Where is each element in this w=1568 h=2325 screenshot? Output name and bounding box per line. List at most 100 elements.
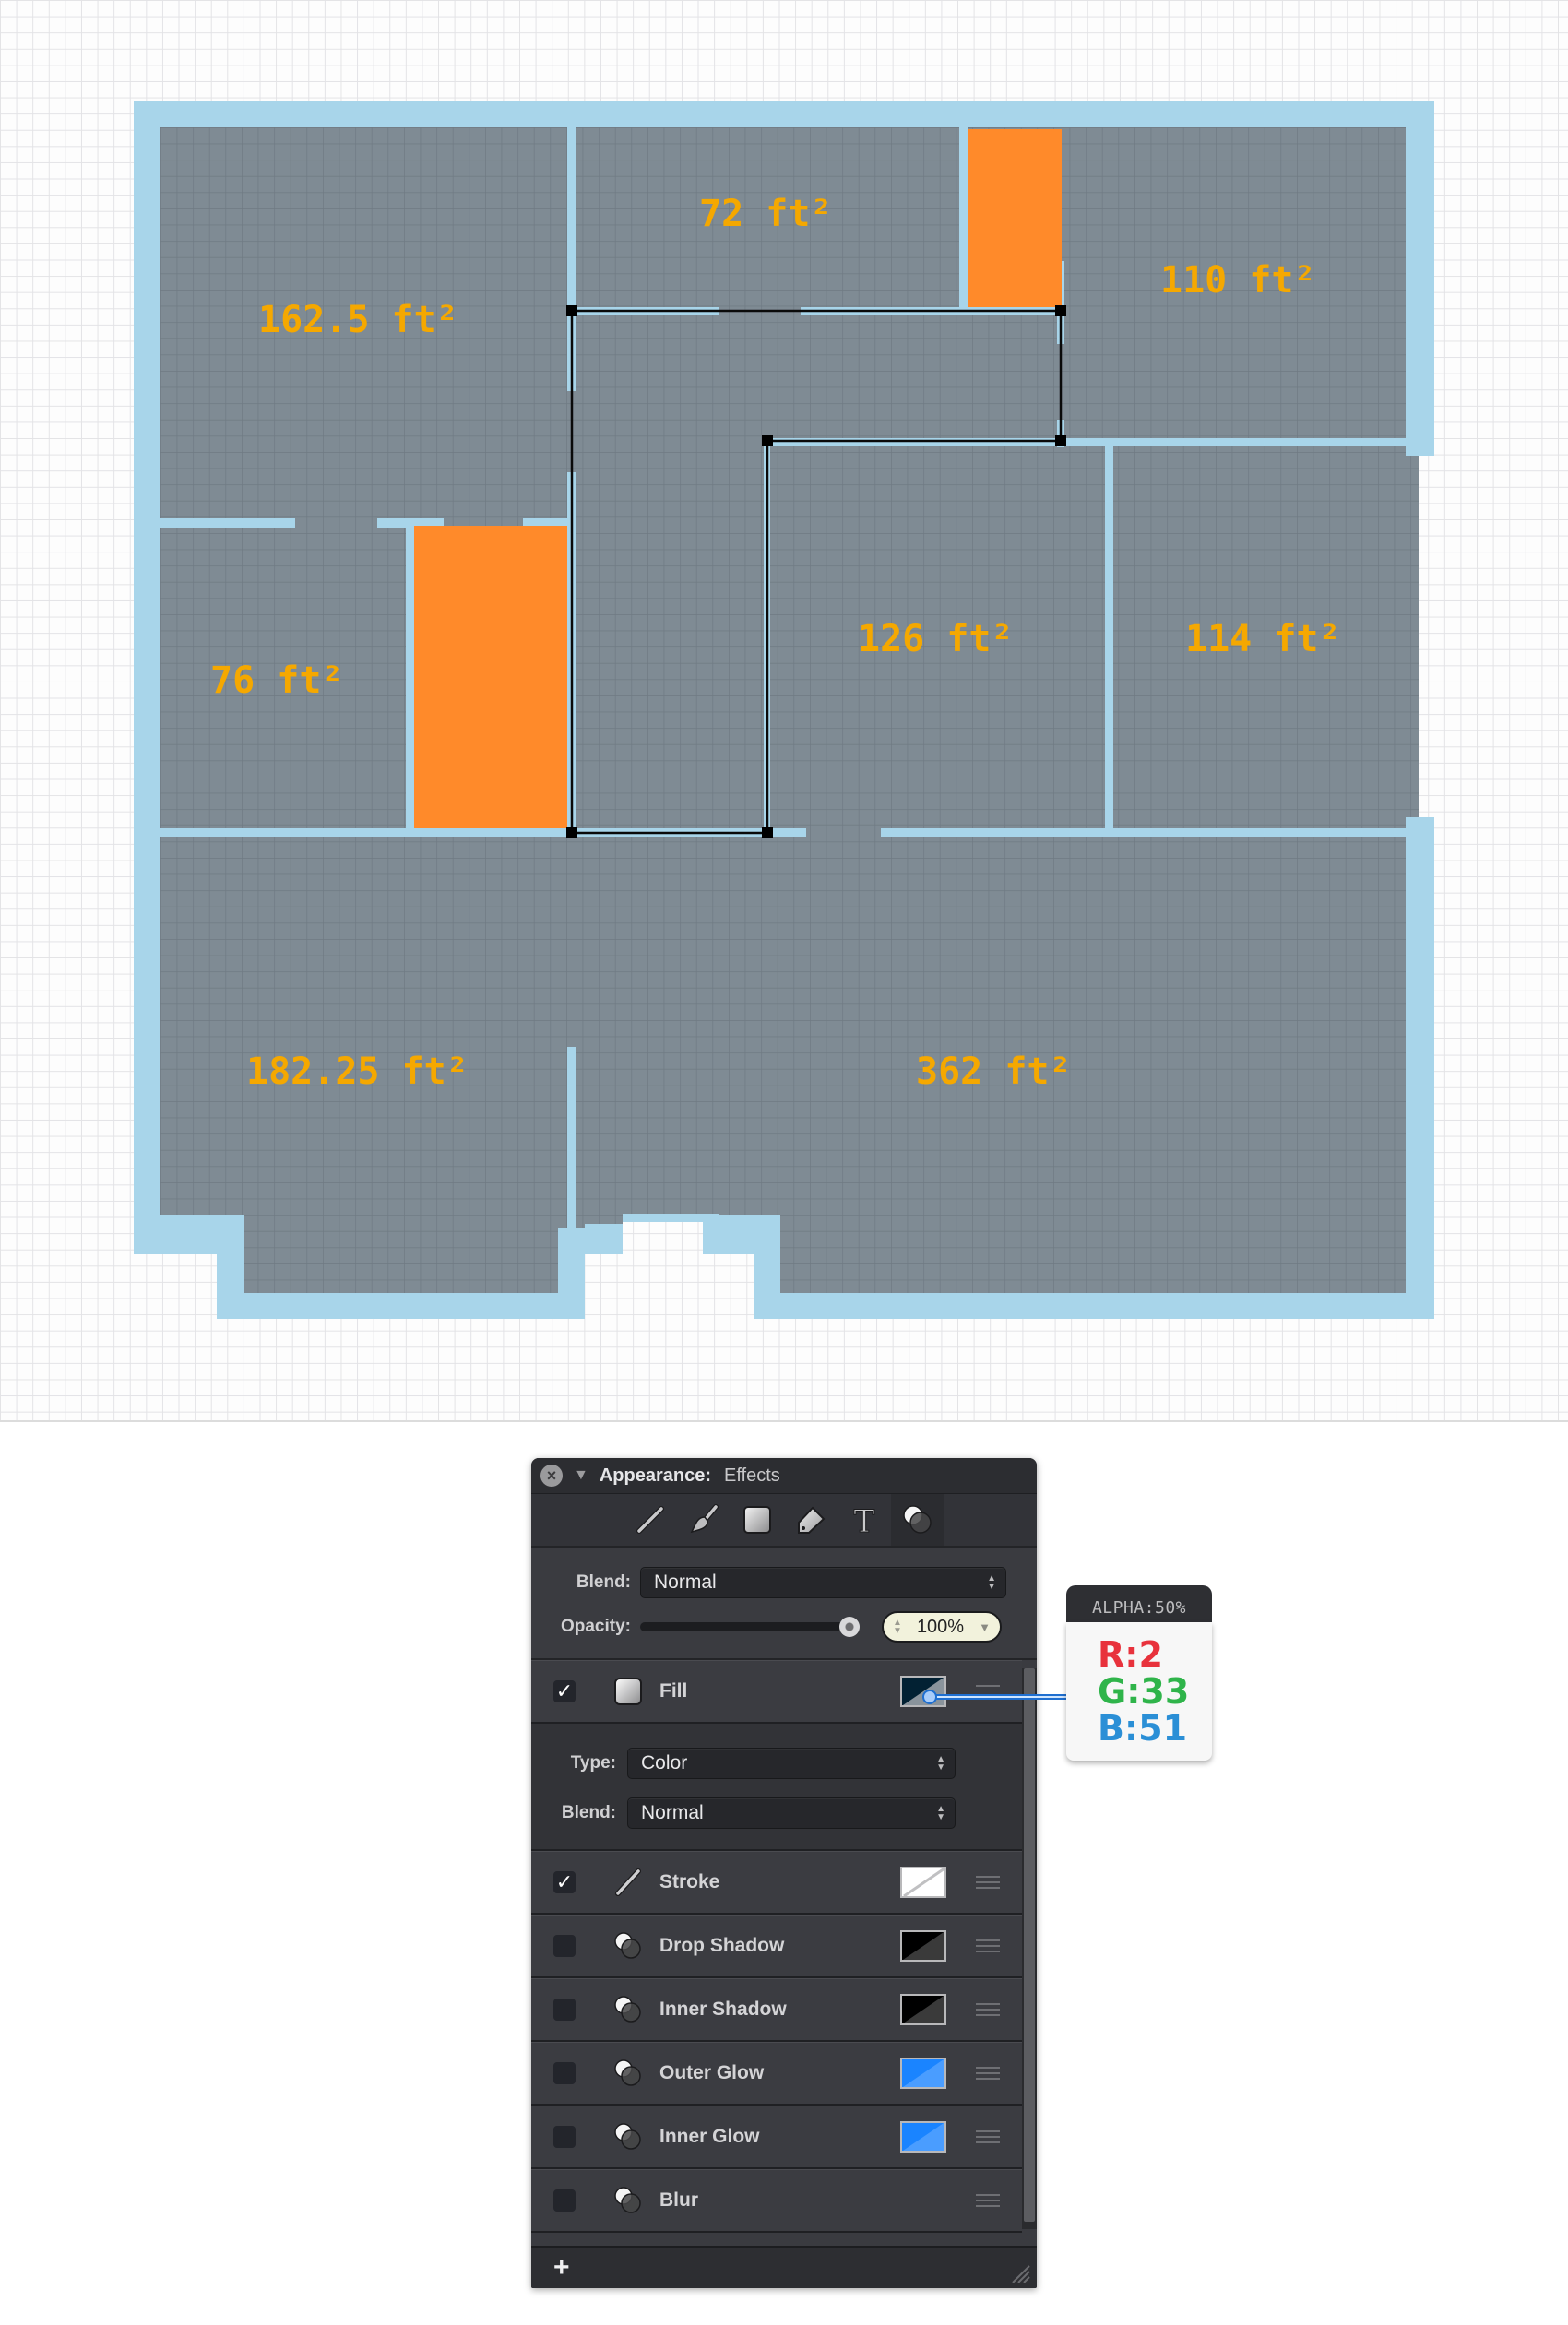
panel-scrollbar[interactable] [1022,1668,1037,2229]
room-area-label: 162.5 ft² [258,299,458,341]
room-area-label: 76 ft² [210,659,344,702]
blend-select[interactable]: Normal ▲ ▼ [640,1567,1006,1598]
add-effect-button[interactable]: + [553,2254,570,2282]
fill-tool-button[interactable] [731,1494,784,1546]
drop-shadow-color-swatch[interactable] [900,1930,946,1962]
brush-icon [690,1504,719,1534]
svg-text:T: T [854,1504,875,1536]
floor-plan[interactable]: 162.5 ft² 72 ft² 110 ft² 76 ft² 126 ft² … [0,0,1568,1420]
stroke-icon [636,1506,664,1534]
panel-subtitle: Effects [724,1465,780,1486]
opacity-label: Opacity: [560,1617,631,1636]
inner-glow-label: Inner Glow [659,2126,760,2147]
panel-titlebar[interactable]: × ▼ Appearance: Effects [531,1458,1037,1494]
room-area-label: 72 ft² [699,193,833,235]
room-area-label: 110 ft² [1160,259,1316,302]
effect-row-inner-shadow[interactable]: Inner Shadow [531,1978,1022,2042]
opacity-slider[interactable] [640,1617,860,1637]
effects-icon [610,2055,647,2092]
effect-row-inner-glow[interactable]: Inner Glow [531,2106,1022,2169]
anchor-point[interactable] [762,827,773,838]
effects-tool-button[interactable] [891,1494,944,1546]
anchor-point[interactable] [762,435,773,446]
type-select[interactable]: Color ▲ ▼ [627,1748,956,1779]
inner-glow-color-swatch[interactable] [900,2121,946,2153]
blend-label: Blend: [576,1572,631,1592]
green-value: G:33 [1098,1671,1190,1712]
anchor-point[interactable] [1055,305,1066,316]
opacity-slider-knob[interactable] [839,1617,860,1637]
fill-icon [610,1673,647,1710]
fill-blend-label: Blend: [561,1803,616,1822]
opacity-value: 100% [916,1616,965,1637]
fill-blend-select[interactable]: Normal ▲ ▼ [627,1797,956,1829]
scrollbar-thumb[interactable] [1024,1668,1035,2222]
drag-handle-icon[interactable] [976,2067,1000,2080]
panel-title: Appearance: [599,1465,711,1486]
inner-glow-checkbox[interactable] [553,2126,576,2148]
color-value-tooltip: ALPHA:50% R:2 G:33 B:51 [1066,1585,1212,1768]
drag-handle-icon[interactable] [976,1685,1000,1698]
drop-shadow-checkbox[interactable] [553,1935,576,1957]
room-area-label: 114 ft² [1185,618,1341,660]
effects-icon [610,1991,647,2028]
blend-value: Normal [654,1572,717,1593]
effect-row-fill[interactable]: ✓ Fill [531,1660,1022,1724]
layer-settings: Blend: Normal ▲ ▼ Opacity: ▲ ▼ 100% ▼ [531,1548,1037,1660]
select-arrows-icon: ▲ ▼ [936,1754,945,1773]
type-value: Color [641,1752,688,1773]
effect-row-blur[interactable]: Blur [531,2169,1022,2233]
disclosure-triangle-icon[interactable]: ▼ [574,1467,588,1484]
drop-shadow-label: Drop Shadow [659,1935,785,1956]
outer-glow-color-swatch[interactable] [900,2058,946,2089]
effects-icon [903,1505,932,1534]
inner-shadow-checkbox[interactable] [553,1999,576,2021]
stroke-label: Stroke [659,1871,720,1892]
outer-glow-checkbox[interactable] [553,2062,576,2084]
anchor-point[interactable] [1055,435,1066,446]
tag-icon [798,1506,826,1534]
panel-footer: + [531,2246,1037,2288]
outer-glow-label: Outer Glow [659,2062,765,2083]
effect-row-stroke[interactable]: ✓ Stroke [531,1851,1022,1915]
room-area-label: 126 ft² [858,618,1014,660]
drag-handle-icon[interactable] [976,2003,1000,2016]
drag-handle-icon[interactable] [976,2130,1000,2143]
opacity-dropdown-icon[interactable]: ▼ [979,1620,991,1634]
brush-tool-button[interactable] [677,1494,731,1546]
anchor-point[interactable] [566,305,577,316]
fill-checkbox[interactable]: ✓ [553,1680,576,1702]
blur-label: Blur [659,2189,698,2211]
type-label: Type: [570,1753,616,1773]
fill-color-swatch[interactable] [900,1676,946,1707]
appearance-panel: × ▼ Appearance: Effects T Blend: Normal [531,1458,1037,2288]
close-icon[interactable]: × [540,1465,563,1487]
text-tool-button[interactable]: T [837,1494,891,1546]
stroke-tool-button[interactable] [624,1494,677,1546]
fill-options: Type: Color ▲ ▼ Blend: Normal ▲ ▼ [531,1724,1022,1851]
effect-row-outer-glow[interactable]: Outer Glow [531,2042,1022,2106]
fill-label: Fill [659,1680,688,1702]
resize-grip-icon[interactable] [1009,2262,1031,2284]
effect-row-drop-shadow[interactable]: Drop Shadow [531,1915,1022,1978]
opacity-stepper[interactable]: ▲ ▼ [893,1619,902,1636]
fill-blend-value: Normal [641,1802,704,1823]
closet-left [414,526,567,828]
inner-shadow-color-swatch[interactable] [900,1994,946,2025]
drag-handle-icon[interactable] [976,2194,1000,2207]
tag-tool-button[interactable] [784,1494,837,1546]
blue-value: B:51 [1098,1708,1188,1749]
room-area-label: 182.25 ft² [246,1050,469,1093]
canvas-grid[interactable]: 162.5 ft² 72 ft² 110 ft² 76 ft² 126 ft² … [0,0,1568,1422]
effects-icon [610,2182,647,2219]
opacity-field[interactable]: ▲ ▼ 100% ▼ [882,1611,1002,1643]
effects-icon [610,2118,647,2155]
stroke-checkbox[interactable]: ✓ [553,1871,576,1893]
drag-handle-icon[interactable] [976,1939,1000,1952]
blur-checkbox[interactable] [553,2189,576,2212]
drag-handle-icon[interactable] [976,1876,1000,1889]
anchor-point[interactable] [566,827,577,838]
stroke-icon [610,1864,647,1901]
red-value: R:2 [1098,1634,1163,1675]
stroke-color-swatch[interactable] [900,1867,946,1898]
